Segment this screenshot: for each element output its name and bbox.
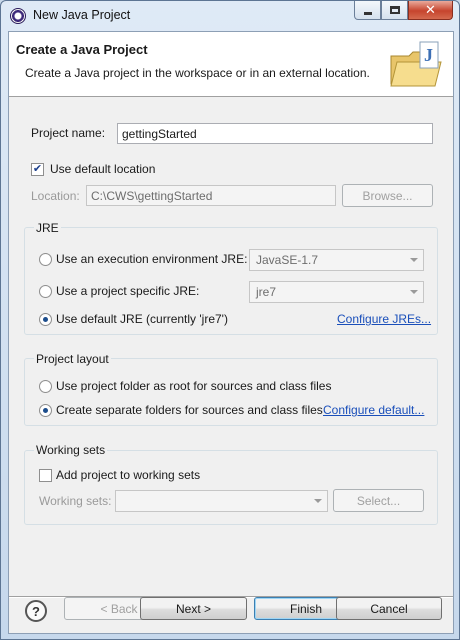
jre-group-title: JRE (34, 221, 61, 235)
maximize-button[interactable] (381, 1, 408, 20)
dialog-client-area: Create a Java Project Create a Java proj… (8, 31, 454, 634)
project-name-label: Project name: (31, 126, 106, 140)
layout-separate-folders-label: Create separate folders for sources and … (56, 403, 323, 417)
execution-environment-value: JavaSE-1.7 (256, 253, 319, 267)
close-button[interactable]: ✕ (408, 1, 453, 20)
layout-separate-folders-radio[interactable] (39, 404, 52, 417)
chevron-down-icon (314, 499, 322, 503)
title-bar[interactable]: New Java Project ✕ (1, 1, 459, 31)
minimize-button[interactable] (354, 1, 381, 20)
minimize-icon (363, 11, 372, 15)
eclipse-icon (10, 8, 26, 24)
add-to-working-sets-checkbox[interactable] (39, 469, 52, 482)
execution-environment-combo[interactable]: JavaSE-1.7 (249, 249, 424, 271)
checkmark-icon: ✔ (32, 163, 43, 175)
configure-default-link[interactable]: Configure default... (323, 403, 424, 417)
working-sets-label: Working sets: (39, 494, 112, 508)
new-java-project-dialog: New Java Project ✕ Create a Java Project… (0, 0, 460, 640)
project-specific-jre-value: jre7 (256, 285, 277, 299)
add-to-working-sets-label: Add project to working sets (56, 468, 201, 482)
jre-default-label: Use default JRE (currently 'jre7') (56, 312, 228, 326)
layout-project-root-radio[interactable] (39, 380, 52, 393)
window-title: New Java Project (33, 8, 131, 22)
working-sets-group (24, 450, 438, 525)
banner-description: Create a Java project in the workspace o… (25, 66, 370, 80)
use-default-location-checkbox[interactable]: ✔ (31, 163, 44, 176)
wizard-banner: Create a Java Project Create a Java proj… (9, 32, 453, 97)
project-specific-jre-combo[interactable]: jre7 (249, 281, 424, 303)
banner-title: Create a Java Project (16, 42, 148, 57)
working-sets-group-title: Working sets (34, 443, 108, 457)
svg-text:J: J (424, 45, 433, 65)
location-input[interactable]: C:\CWS\gettingStarted (86, 185, 336, 206)
jre-project-specific-label: Use a project specific JRE: (56, 284, 200, 298)
layout-project-root-label: Use project folder as root for sources a… (56, 379, 332, 393)
project-layout-group-title: Project layout (34, 352, 111, 366)
jre-execution-environment-radio[interactable] (39, 253, 52, 266)
working-sets-combo[interactable] (115, 490, 328, 512)
help-icon[interactable]: ? (25, 600, 47, 622)
caption-buttons: ✕ (354, 1, 453, 20)
browse-button[interactable]: Browse... (342, 184, 433, 207)
maximize-icon (389, 6, 400, 14)
jre-project-specific-radio[interactable] (39, 285, 52, 298)
java-project-folder-icon: J (390, 41, 442, 87)
jre-default-radio[interactable] (39, 313, 52, 326)
select-working-sets-button[interactable]: Select... (333, 489, 424, 512)
project-name-input[interactable]: gettingStarted (117, 123, 433, 144)
use-default-location-label: Use default location (50, 162, 156, 176)
cancel-button[interactable]: Cancel (336, 597, 442, 620)
chevron-down-icon (410, 258, 418, 262)
close-icon: ✕ (425, 2, 436, 17)
jre-execution-environment-label: Use an execution environment JRE: (56, 252, 248, 266)
configure-jres-link[interactable]: Configure JREs... (337, 312, 431, 326)
chevron-down-icon (410, 290, 418, 294)
next-button[interactable]: Next > (140, 597, 247, 620)
location-label: Location: (31, 189, 80, 203)
